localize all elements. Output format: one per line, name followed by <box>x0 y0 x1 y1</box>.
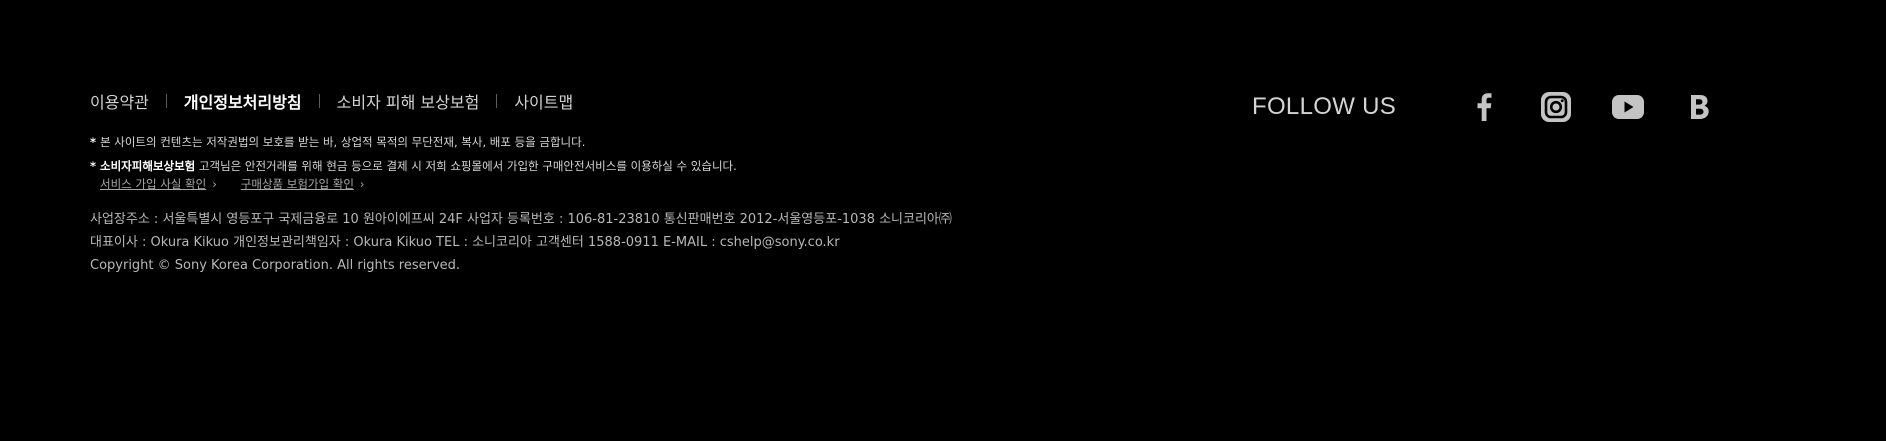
copyright-notice: * 본 사이트의 컨텐츠는 저작권법의 보호를 받는 바, 상업적 목적의 무단전… <box>90 134 1190 150</box>
youtube-icon[interactable] <box>1610 89 1646 125</box>
chevron-right-icon: › <box>212 177 217 191</box>
notice-title: 소비자피해보상보험 <box>100 159 196 173</box>
nav-sitemap-link[interactable]: 사이트맵 <box>514 89 573 113</box>
company-contact: 대표이사 : Okura Kikuo 개인정보관리책임자 : Okura Kik… <box>90 235 840 250</box>
copyright-text: Copyright © Sony Korea Corporation. All … <box>90 258 461 273</box>
company-address: 사업장주소 : 서울특별시 영등포구 국제금융로 10 원아이에프씨 24F 사… <box>90 212 952 227</box>
blog-icon[interactable] <box>1682 89 1718 125</box>
social-links <box>1466 89 1718 125</box>
instagram-icon[interactable] <box>1538 89 1574 125</box>
product-insurance-check-link[interactable]: 구매상품 보험가입 확인 <box>241 177 354 191</box>
nav-divider <box>318 94 320 108</box>
service-signup-check-link[interactable]: 서비스 가입 사실 확인 <box>100 177 206 191</box>
nav-consumer-insurance-link[interactable]: 소비자 피해 보상보험 <box>337 89 480 113</box>
notice-bullet: * <box>90 135 97 149</box>
follow-us-title: FOLLOW US <box>1252 93 1397 120</box>
chevron-right-icon: › <box>359 177 365 191</box>
follow-us-section: FOLLOW US <box>1252 90 1718 124</box>
company-info: 사업장주소 : 서울특별시 영등포구 국제금융로 10 원아이에프씨 24F 사… <box>90 208 1190 277</box>
consumer-protection-notice: * 소비자피해보상보험 고객님은 안전거래를 위해 현금 등으로 결제 시 저희 … <box>90 158 1190 174</box>
facebook-icon[interactable] <box>1466 89 1502 125</box>
nav-divider <box>496 94 498 108</box>
nav-terms-link[interactable]: 이용약관 <box>90 89 149 113</box>
nav-privacy-policy-link[interactable]: 개인정보처리방침 <box>184 89 302 113</box>
nav-divider <box>165 94 167 108</box>
verification-links: 서비스 가입 사실 확인 › 구매상품 보험가입 확인 › <box>90 176 1190 192</box>
notice-bullet: * <box>90 159 97 173</box>
footer-info: 이용약관 개인정보처리방침 소비자 피해 보상보험 사이트맵 * 본 사이트의 컨… <box>90 88 1190 277</box>
notice-text: 본 사이트의 컨텐츠는 저작권법의 보호를 받는 바, 상업적 목적의 무단전재… <box>100 135 586 149</box>
notice-text: 고객님은 안전거래를 위해 현금 등으로 결제 시 저희 쇼핑몰에서 가입한 구… <box>195 159 737 173</box>
footer-nav: 이용약관 개인정보처리방침 소비자 피해 보상보험 사이트맵 <box>90 88 1190 114</box>
